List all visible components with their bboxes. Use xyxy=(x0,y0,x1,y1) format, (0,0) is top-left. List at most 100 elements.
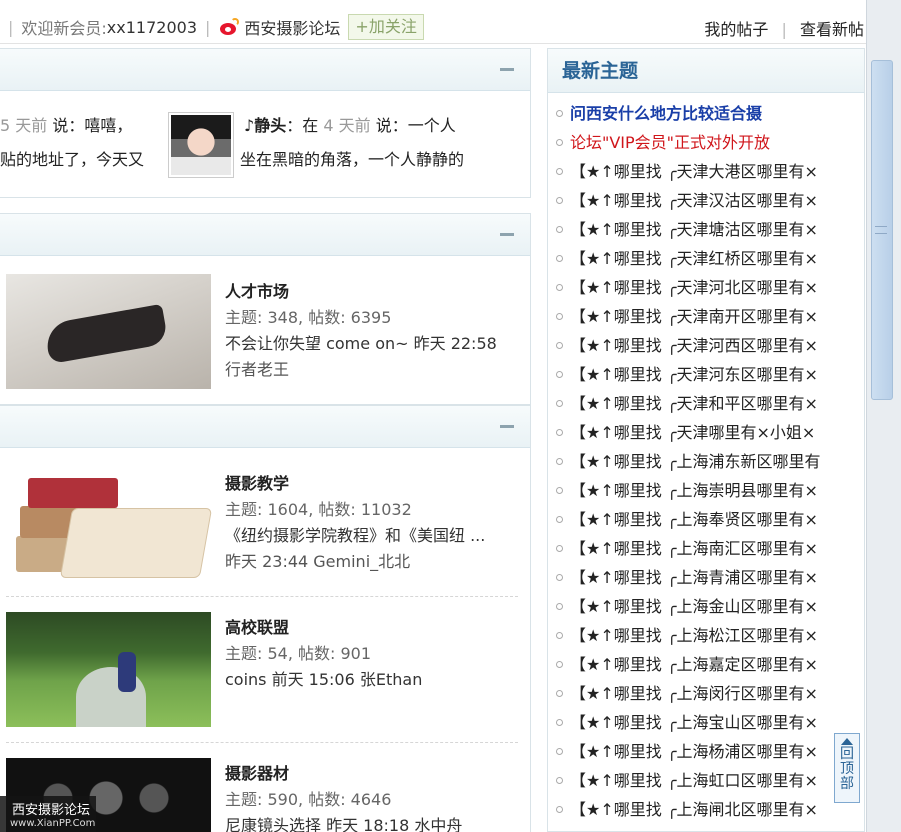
topic-title[interactable]: 【★↑哪里找 ╭天津和平区哪里有× xyxy=(570,394,818,413)
topic-item[interactable]: 【★↑哪里找 ╭上海青浦区哪里有× xyxy=(548,563,864,592)
forum-last-post[interactable]: 尼康镜头选择 昨天 18:18 水中舟 xyxy=(225,812,525,832)
follow-button[interactable]: +加关注 xyxy=(348,14,424,40)
topic-item[interactable]: 【★↑哪里找 ╭天津南开区哪里有× xyxy=(548,302,864,331)
topic-item[interactable]: 【★↑哪里找 ╭天津和平区哪里有× xyxy=(548,389,864,418)
topic-item[interactable]: 【★↑哪里找 ╭上海宝山区哪里有× xyxy=(548,708,864,737)
topic-title[interactable]: 【★↑哪里找 ╭天津大港区哪里有× xyxy=(570,162,818,181)
topic-item[interactable]: 【★↑哪里找 ╭天津红桥区哪里有× xyxy=(548,244,864,273)
topic-title[interactable]: 【★↑哪里找 ╭上海松江区哪里有× xyxy=(570,626,818,645)
forum-last-post[interactable]: 不会让你失望 come on~ 昨天 22:58 xyxy=(225,330,525,356)
topic-item[interactable]: 【★↑哪里找 ╭上海杨浦区哪里有× xyxy=(548,737,864,766)
forum-name[interactable]: 摄影教学 xyxy=(225,470,525,496)
topic-item[interactable]: 【★↑哪里找 ╭上海嘉定区哪里有× xyxy=(548,650,864,679)
forum-last-author[interactable]: 行者老王 xyxy=(225,356,525,382)
vertical-scrollbar[interactable] xyxy=(866,0,901,832)
topic-title[interactable]: 【★↑哪里找 ╭天津哪里有×小姐× xyxy=(570,423,815,442)
topic-title[interactable]: 【★↑哪里找 ╭上海青浦区哪里有× xyxy=(570,568,818,587)
bullet-icon xyxy=(556,603,563,610)
back-to-top-label: 顶 xyxy=(840,761,854,777)
sidebar-header: 最新主题 xyxy=(548,49,864,93)
avatar[interactable] xyxy=(168,112,234,178)
forum-name[interactable]: 人才市场 xyxy=(225,278,525,304)
topic-item[interactable]: 【★↑哪里找 ╭天津哪里有×小姐× xyxy=(548,418,864,447)
topic-item[interactable]: 论坛"VIP会员"正式对外开放 xyxy=(548,128,864,157)
topic-title[interactable]: 【★↑哪里找 ╭天津河东区哪里有× xyxy=(570,365,818,384)
feed-time: 5 天前 xyxy=(0,116,48,135)
topic-item[interactable]: 问西安什么地方比较适合摄 xyxy=(548,99,864,128)
topic-item[interactable]: 【★↑哪里找 ╭天津大港区哪里有× xyxy=(548,157,864,186)
forum-last-author[interactable]: 昨天 23:44 Gemini_北北 xyxy=(225,548,525,574)
forum-thumbnail[interactable] xyxy=(6,468,213,583)
topic-item[interactable]: 【★↑哪里找 ╭上海南汇区哪里有× xyxy=(548,534,864,563)
topic-item[interactable]: 【★↑哪里找 ╭天津河西区哪里有× xyxy=(548,331,864,360)
topic-item[interactable]: 【★↑哪里找 ╭上海崇明县哪里有× xyxy=(548,476,864,505)
topic-title[interactable]: 【★↑哪里找 ╭天津汉沽区哪里有× xyxy=(570,191,818,210)
topic-title[interactable]: 【★↑哪里找 ╭上海浦东新区哪里有 xyxy=(570,452,820,471)
topic-title[interactable]: 【★↑哪里找 ╭天津南开区哪里有× xyxy=(570,307,818,326)
topic-title[interactable]: 【★↑哪里找 ╭天津塘沽区哪里有× xyxy=(570,220,818,239)
topic-item[interactable]: 【★↑哪里找 ╭天津塘沽区哪里有× xyxy=(548,215,864,244)
bullet-icon xyxy=(556,429,563,436)
sidebar-title: 最新主题 xyxy=(562,60,639,82)
topic-title[interactable]: 【★↑哪里找 ╭上海闸北区哪里有× xyxy=(570,800,818,819)
topic-title[interactable]: 【★↑哪里找 ╭天津红桥区哪里有× xyxy=(570,249,818,268)
topic-title[interactable]: 【★↑哪里找 ╭天津河西区哪里有× xyxy=(570,336,818,355)
topic-item[interactable]: 【★↑哪里找 ╭上海松江区哪里有× xyxy=(548,621,864,650)
back-to-top-button[interactable]: 回 顶 部 xyxy=(834,733,860,803)
forum-thumbnail[interactable] xyxy=(6,274,211,389)
topic-title[interactable]: 【★↑哪里找 ╭上海南汇区哪里有× xyxy=(570,539,818,558)
topic-item[interactable]: 【★↑哪里找 ╭上海闸北区哪里有× xyxy=(548,795,864,824)
topic-title[interactable]: 【★↑哪里找 ╭上海杨浦区哪里有× xyxy=(570,742,818,761)
collapse-icon[interactable] xyxy=(500,233,514,236)
my-posts-link[interactable]: 我的帖子 xyxy=(704,20,768,39)
topic-title[interactable]: 论坛"VIP会员"正式对外开放 xyxy=(570,133,770,152)
bullet-icon xyxy=(556,110,563,117)
panel-header xyxy=(0,214,530,256)
topic-title[interactable]: 问西安什么地方比较适合摄 xyxy=(570,104,762,123)
forum-stats: 主题: 1604, 帖数: 11032 xyxy=(225,500,412,519)
topic-title[interactable]: 【★↑哪里找 ╭上海嘉定区哪里有× xyxy=(570,655,818,674)
topic-title[interactable]: 【★↑哪里找 ╭上海奉贤区哪里有× xyxy=(570,510,818,529)
topic-title[interactable]: 【★↑哪里找 ╭上海金山区哪里有× xyxy=(570,597,818,616)
topic-item[interactable]: 【★↑哪里找 ╭上海金山区哪里有× xyxy=(548,592,864,621)
view-new-posts-link[interactable]: 查看新帖 xyxy=(800,20,864,39)
forum-thumbnail[interactable] xyxy=(6,612,211,727)
feed-text: 说：一个人 xyxy=(375,116,456,135)
forum-name-link[interactable]: 西安摄影论坛 xyxy=(244,15,340,39)
topic-item[interactable]: 【★↑哪里找 ╭天津河东区哪里有× xyxy=(548,360,864,389)
topic-item[interactable]: 【★↑哪里找 ╭上海奉贤区哪里有× xyxy=(548,505,864,534)
forum-info: 高校联盟 主题: 54, 帖数: 901 coins 前天 15:06 张Eth… xyxy=(225,614,525,692)
forum-name[interactable]: 摄影器材 xyxy=(225,760,525,786)
bullet-icon xyxy=(556,371,563,378)
feed-line: ♪静头：在 4 天前 说：一个人 xyxy=(244,116,456,135)
bullet-icon xyxy=(556,806,563,813)
weibo-icon[interactable] xyxy=(218,18,240,36)
bullet-icon xyxy=(556,661,563,668)
bullet-icon xyxy=(556,458,563,465)
topic-title[interactable]: 【★↑哪里找 ╭上海宝山区哪里有× xyxy=(570,713,818,732)
site-watermark: 西安摄影论坛 www.XianPP.Com xyxy=(0,796,96,832)
forum-last-post[interactable]: 《纽约摄影学院教程》和《美国纽 ... xyxy=(225,522,525,548)
topic-title[interactable]: 【★↑哪里找 ╭上海虹口区哪里有× xyxy=(570,771,818,790)
bullet-icon xyxy=(556,516,563,523)
forum-name[interactable]: 高校联盟 xyxy=(225,614,525,640)
forum-info: 摄影教学 主题: 1604, 帖数: 11032 《纽约摄影学院教程》和《美国纽… xyxy=(225,470,525,574)
back-to-top-label: 部 xyxy=(840,776,854,792)
divider xyxy=(6,596,518,597)
collapse-icon[interactable] xyxy=(500,68,514,71)
username-link[interactable]: xx1172003 xyxy=(107,18,197,37)
topic-title[interactable]: 【★↑哪里找 ╭上海崇明县哪里有× xyxy=(570,481,818,500)
scrollbar-grip-icon xyxy=(875,226,887,234)
forum-last-post[interactable]: coins 前天 15:06 张Ethan xyxy=(225,666,525,692)
feed-user[interactable]: 静头 xyxy=(254,116,286,135)
topic-title[interactable]: 【★↑哪里找 ╭上海闵行区哪里有× xyxy=(570,684,818,703)
topic-item[interactable]: 【★↑哪里找 ╭天津汉沽区哪里有× xyxy=(548,186,864,215)
topic-item[interactable]: 【★↑哪里找 ╭上海闵行区哪里有× xyxy=(548,679,864,708)
topic-item[interactable]: 【★↑哪里找 ╭上海虹口区哪里有× xyxy=(548,766,864,795)
topic-item[interactable]: 【★↑哪里找 ╭上海浦东新区哪里有 xyxy=(548,447,864,476)
forum-stats: 主题: 590, 帖数: 4646 xyxy=(225,790,392,809)
separator: | xyxy=(781,20,787,39)
collapse-icon[interactable] xyxy=(500,425,514,428)
topic-title[interactable]: 【★↑哪里找 ╭天津河北区哪里有× xyxy=(570,278,818,297)
topic-item[interactable]: 【★↑哪里找 ╭天津河北区哪里有× xyxy=(548,273,864,302)
